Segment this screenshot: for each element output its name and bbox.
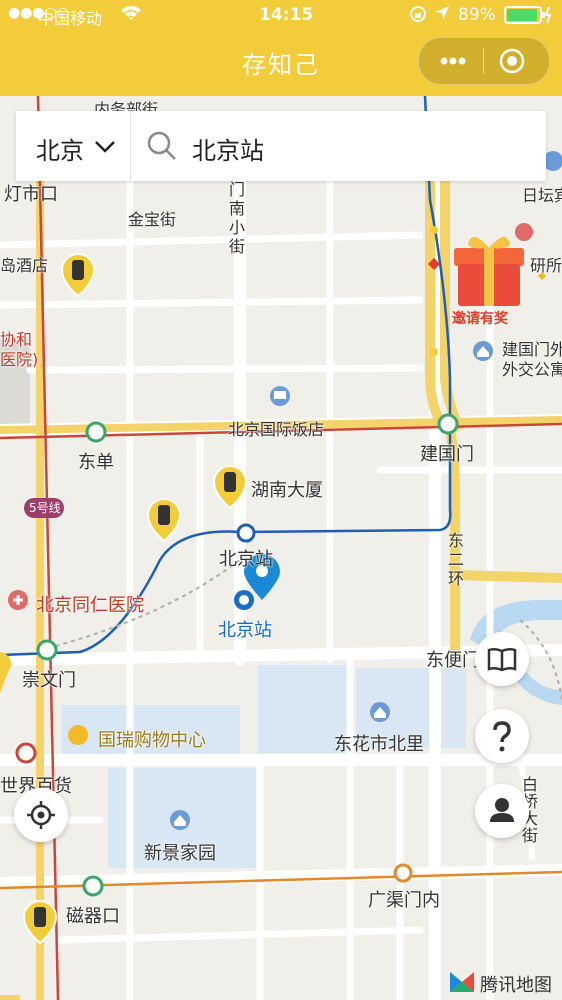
battery-percent: 89% [458,5,496,25]
locate-button[interactable] [14,788,68,842]
map-label: 灯市口 [4,184,58,205]
line-5-label: 5号线 [29,501,61,515]
map-label: 北京站 [218,620,272,641]
search-bar: 北京 北京站 [16,111,546,181]
more-dots-icon[interactable] [433,48,473,74]
wifi-icon [120,5,142,26]
profile-button[interactable] [475,784,529,838]
carrier: 中国移动 [38,9,103,28]
tencent-map-icon [450,972,474,992]
map-label: 门南小街 [229,180,246,256]
map-label: 金宝街 [128,210,177,229]
guide-button[interactable] [475,632,529,686]
map-label: 东花市北里 [334,734,424,755]
invite-label: 邀请有奖 [452,311,508,327]
map-label: 研所 [530,256,562,275]
clock: 14:15 [259,5,314,25]
book-icon [487,647,517,672]
question-icon [493,721,511,752]
orientation-lock-icon [409,5,427,28]
map-label: 广渠门内 [368,890,440,911]
map-label: 建国门 [420,444,474,465]
map-label: 岛酒店 [0,256,49,275]
map-label: 国瑞购物中心 [98,730,206,751]
mini-program-capsule [418,37,550,85]
tencent-map-logo: 腾讯地图 [448,968,552,1000]
tencent-map-label: 腾讯地图 [480,975,552,996]
battery-icon [504,6,554,29]
map-label: 新景家园 [144,843,216,864]
map-label: 东二环 [448,531,465,588]
locate-icon [27,801,55,829]
city-label: 北京 [36,137,84,165]
invite-promo[interactable]: 邀请有奖 [420,230,560,330]
map-label: 崇文门 [22,670,76,691]
city-selector[interactable]: 北京 [16,111,131,181]
map-label: 磁器口 [66,906,120,927]
metro-station-icon [393,863,413,883]
navigation-bar: 存知己 [0,30,562,96]
metro-station-icon [236,523,256,543]
location-arrow-icon [434,5,450,26]
map-label: 东便门 [426,650,480,671]
map-label: 医院) [0,350,39,369]
search-icon [146,130,178,166]
map-label: 北京国际饭店 [228,420,325,439]
status-bar: ●●●○○ 中国移动 14:15 89% [0,0,562,30]
capsule-divider [483,48,484,74]
map-label: 日坛宾 [522,186,562,205]
person-icon [490,798,514,822]
map-view[interactable]: 邀请有奖 内务部街 灯市口 金宝街 门南小街 岛酒店 协和 医院) 日坛宾 研所… [0,96,562,1000]
shopping-icon [68,725,88,745]
help-button[interactable] [475,709,529,763]
chevron-down-icon [94,139,116,158]
search-input[interactable]: 北京站 [192,131,264,166]
map-label: 外交公寓 [502,360,562,379]
map-label: 东单 [78,452,114,473]
map-label: 北京同仁医院 [36,595,144,616]
target-circle-icon[interactable] [497,46,527,76]
map-label: 湖南大厦 [251,480,323,501]
map-label: 北京站 [219,549,273,570]
